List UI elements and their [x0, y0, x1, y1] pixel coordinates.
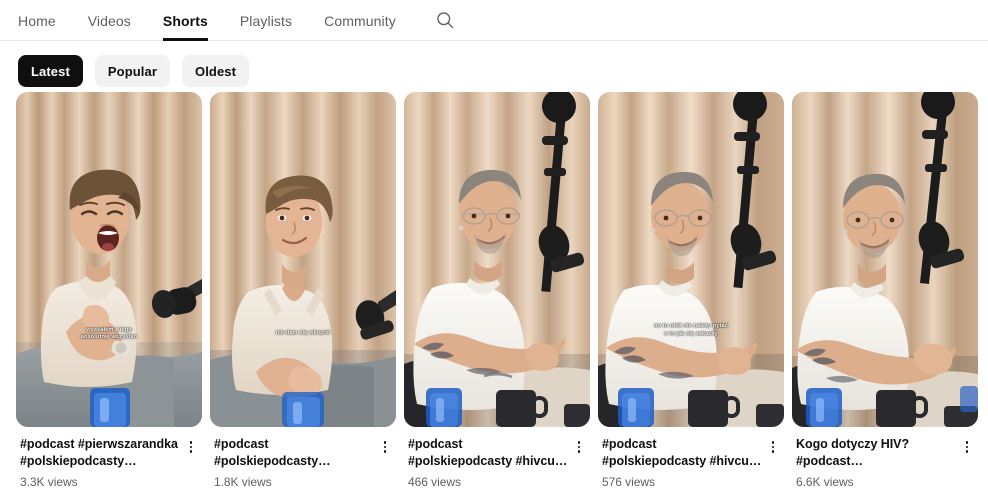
- shorts-card: #podcast #polskiepodcasty #hivcure #pier…: [404, 92, 590, 489]
- search-icon: [435, 10, 455, 30]
- thumbnail-image: [16, 92, 202, 427]
- kebab-menu-icon[interactable]: [180, 437, 202, 457]
- shorts-metadata: Kogo dotyczy HIV? #podcast #polskiepodca…: [792, 427, 978, 489]
- shorts-view-count: 1.8K views: [214, 475, 272, 489]
- shorts-thumbnail[interactable]: [792, 92, 978, 427]
- shorts-thumbnail[interactable]: wyssałem z tego absolutnie wszystko: [16, 92, 202, 427]
- shorts-view-count: 576 views: [602, 475, 655, 489]
- kebab-menu-icon[interactable]: [762, 437, 784, 457]
- shorts-metadata: #podcast #polskiepodcasty #pierwszarandk…: [210, 427, 396, 489]
- tab-community[interactable]: Community: [324, 0, 396, 41]
- tab-videos[interactable]: Videos: [88, 0, 131, 41]
- shorts-view-count: 6.6K views: [796, 475, 854, 489]
- thumbnail-image: [404, 92, 590, 427]
- search-button[interactable]: [428, 3, 462, 37]
- tab-playlists[interactable]: Playlists: [240, 0, 292, 41]
- channel-tab-bar: Home Videos Shorts Playlists Community: [0, 0, 988, 41]
- tab-home-label: Home: [18, 12, 56, 29]
- chip-popular-label: Popular: [107, 63, 157, 79]
- shorts-metadata: #podcast #pierwszarandka #polskiepodcast…: [16, 427, 202, 489]
- thumbnail-image: [792, 92, 978, 427]
- shorts-grid: wyssałem z tego absolutnie wszystko #pod…: [0, 92, 988, 489]
- thumbnail-image: [598, 92, 784, 427]
- shorts-card: Kogo dotyczy HIV? #podcast #polskiepodca…: [792, 92, 978, 489]
- sort-filter-chip-bar: Latest Popular Oldest: [0, 41, 988, 89]
- tab-shorts[interactable]: Shorts: [162, 0, 208, 41]
- chip-popular[interactable]: Popular: [94, 55, 170, 87]
- shorts-card: nie dam się wkręcić #podcast #polskiepod…: [210, 92, 396, 489]
- chip-oldest[interactable]: Oldest: [182, 55, 250, 87]
- kebab-menu-icon[interactable]: [374, 437, 396, 457]
- tab-shorts-label: Shorts: [162, 12, 208, 29]
- kebab-menu-icon[interactable]: [568, 437, 590, 457]
- shorts-view-count: 3.3K views: [20, 475, 78, 489]
- shorts-card: no to otóż nie należy pytać o to jak się…: [598, 92, 784, 489]
- kebab-menu-icon[interactable]: [956, 437, 978, 457]
- shorts-thumbnail[interactable]: no to otóż nie należy pytać o to jak się…: [598, 92, 784, 427]
- thumbnail-image: [210, 92, 396, 427]
- shorts-metadata: #podcast #polskiepodcasty #hivcure #pier…: [404, 427, 590, 489]
- tab-videos-label: Videos: [87, 12, 131, 29]
- tab-home[interactable]: Home: [18, 0, 56, 41]
- shorts-title[interactable]: #podcast #polskiepodcasty #hivcure #pier…: [408, 436, 568, 470]
- shorts-title[interactable]: #podcast #pierwszarandka #polskiepodcast…: [20, 436, 180, 470]
- shorts-view-count: 466 views: [408, 475, 461, 489]
- chip-latest-label: Latest: [31, 63, 70, 79]
- shorts-card: wyssałem z tego absolutnie wszystko #pod…: [16, 92, 202, 489]
- chip-oldest-label: Oldest: [195, 63, 237, 79]
- shorts-thumbnail[interactable]: nie dam się wkręcić: [210, 92, 396, 427]
- chip-latest[interactable]: Latest: [18, 55, 83, 87]
- shorts-title[interactable]: #podcast #polskiepodcasty #pierwszarandk…: [214, 436, 374, 470]
- shorts-title[interactable]: #podcast #polskiepodcasty #hivcure #hiv…: [602, 436, 762, 470]
- tab-playlists-label: Playlists: [239, 12, 293, 29]
- shorts-title[interactable]: Kogo dotyczy HIV? #podcast #polskiepodca…: [796, 436, 956, 470]
- shorts-metadata: #podcast #polskiepodcasty #hivcure #hiv……: [598, 427, 784, 489]
- tab-community-label: Community: [324, 12, 396, 29]
- shorts-thumbnail[interactable]: [404, 92, 590, 427]
